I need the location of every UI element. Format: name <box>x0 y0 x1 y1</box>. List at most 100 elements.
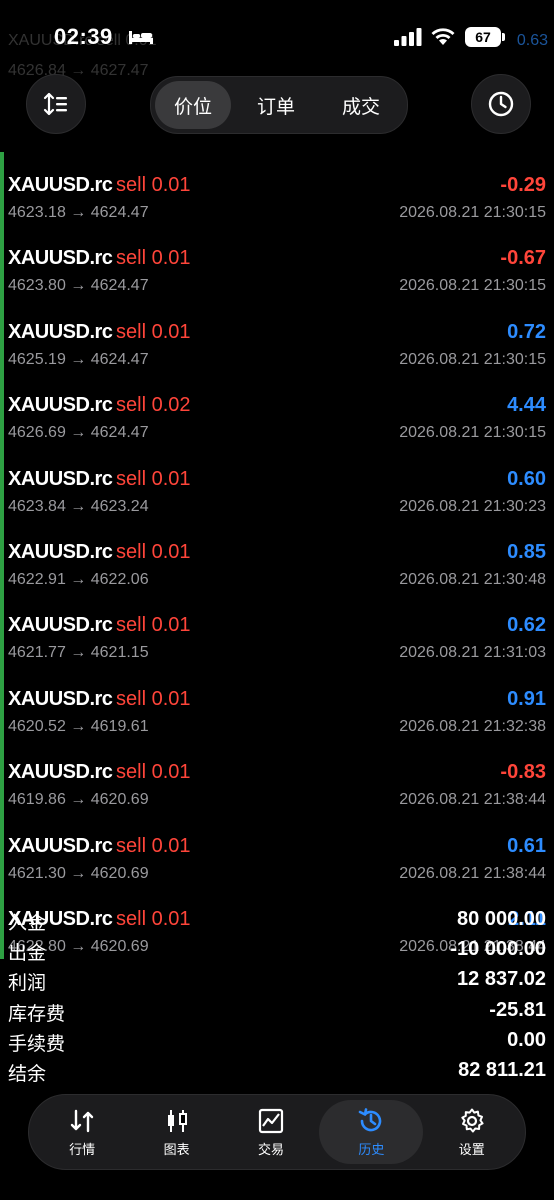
settings-icon <box>461 1108 484 1132</box>
trade-time: 2026.08.21 21:38:44 <box>399 791 546 809</box>
ghost-row-text: 4626.84 → 4627.47 <box>8 62 149 79</box>
close-price: 4623.24 <box>90 497 149 515</box>
trade-row[interactable]: XAUUSD.rc sell 0.01 0.61 4621.30 → 4620.69 2… <box>0 812 554 886</box>
battery-indicator: 67 <box>465 27 505 47</box>
trade-row[interactable]: XAUUSD.rc sell 0.01 0.91 4620.52 → 4619.61 2… <box>0 665 554 740</box>
arrow-right-icon: → <box>70 204 87 221</box>
nav-label: 设置 <box>458 1141 485 1157</box>
wifi-icon <box>431 28 455 45</box>
trade-profit: -0.67 <box>500 247 546 270</box>
arrow-right-icon: → <box>70 717 87 735</box>
trade-row[interactable]: XAUUSD.rc sell 0.01 0.62 4621.77 → 4621.15 2… <box>0 592 554 666</box>
sort-icon <box>43 92 67 116</box>
trade-prices: 4622.91 → 4622.06 <box>8 571 149 589</box>
open-price: 4623.84 <box>8 497 66 515</box>
close-price: 4624.47 <box>90 350 149 368</box>
trade-profit: 0.62 <box>507 614 546 637</box>
nav-history[interactable]: 历史 <box>319 1100 424 1164</box>
trade-time: 2026.08.21 21:30:48 <box>399 570 546 588</box>
status-bar: 02:39 67 <box>0 0 554 60</box>
summary-label: 库存费 <box>8 1003 66 1025</box>
trade-prices: 4626.69 → 4624.47 <box>8 424 149 442</box>
open-price: 4623.18 <box>8 204 66 221</box>
sort-button[interactable] <box>26 74 86 134</box>
trade-symbol: XAUUSD.rc <box>8 687 113 710</box>
close-price: 4620.69 <box>90 791 149 809</box>
arrow-right-icon: → <box>70 791 87 809</box>
tab-positions[interactable]: 价位 <box>155 81 231 129</box>
trade-symbol: XAUUSD.rc <box>8 467 113 490</box>
summary-value: 12 837.02 <box>457 968 546 991</box>
trade-symbol: XAUUSD.rc <box>8 761 113 784</box>
trade-profit: -0.83 <box>500 761 546 784</box>
trade-prices: 4623.18 → 4624.47 <box>8 204 149 222</box>
arrow-right-icon: → <box>70 570 87 588</box>
summary-row: 手续费 0.00 <box>0 1026 554 1056</box>
period-button[interactable] <box>471 74 531 134</box>
account-summary: 入金 80 000.00 出金 -10 000.00 利润 12 837.02 库存费 -25… <box>0 905 554 1086</box>
nav-settings[interactable]: 设置 <box>426 1100 518 1164</box>
close-price: 4622.06 <box>90 570 149 588</box>
trade-time: 2026.08.21 21:30:15 <box>399 204 546 221</box>
trade-side-volume: sell 0.01 <box>116 247 191 270</box>
nav-label: 图表 <box>163 1141 190 1157</box>
trade-icon <box>258 1108 284 1133</box>
summary-value: -25.81 <box>489 998 546 1021</box>
bottom-navigation: 行情 图表 交易 历史 设置 <box>28 1094 526 1170</box>
clock-icon <box>488 91 514 117</box>
trade-side-volume: sell 0.01 <box>116 467 191 490</box>
trade-prices: 4623.80 → 4624.47 <box>8 277 149 295</box>
arrow-right-icon: → <box>70 497 87 515</box>
nav-chart[interactable]: 图表 <box>131 1100 223 1164</box>
trade-profit: 0.61 <box>507 834 546 857</box>
trade-history-list: XAUUSD.rc sell 0.01 -0.29 4623.18 → 4624.47… <box>0 152 554 960</box>
quotes-icon <box>70 1109 94 1132</box>
nav-label: 交易 <box>257 1141 284 1157</box>
summary-label: 手续费 <box>8 1033 66 1055</box>
trade-side-volume: sell 0.01 <box>116 320 191 343</box>
trade-side-volume: sell 0.01 <box>116 834 191 857</box>
open-price: 4625.19 <box>8 350 66 368</box>
close-price: 4621.15 <box>90 644 149 662</box>
open-price: 4621.77 <box>8 644 66 662</box>
nav-quotes[interactable]: 行情 <box>36 1100 128 1164</box>
open-price: 4626.69 <box>8 424 66 442</box>
trade-row[interactable]: XAUUSD.rc sell 0.01 -0.29 4623.18 → 4624.47… <box>0 152 554 226</box>
arrow-right-icon: → <box>70 864 87 882</box>
nav-trade[interactable]: 交易 <box>225 1100 317 1164</box>
tab-orders[interactable]: 订单 <box>231 81 321 129</box>
trade-row[interactable]: XAUUSD.rc sell 0.01 -0.83 4619.86 → 4620.69… <box>0 739 554 813</box>
arrow-right-icon: → <box>70 424 87 442</box>
trade-prices: 4623.84 → 4623.24 <box>8 498 149 516</box>
open-price: 4619.86 <box>8 791 66 809</box>
tab-deals[interactable]: 成交 <box>321 81 401 129</box>
cellular-signal-icon <box>394 28 422 46</box>
trade-row[interactable]: XAUUSD.rc sell 0.01 -0.67 4623.80 → 4624.47… <box>0 225 554 299</box>
trade-row[interactable]: XAUUSD.rc sell 0.01 0.85 4622.91 → 4622.06 2… <box>0 518 554 593</box>
summary-value: 80 000.00 <box>457 908 546 930</box>
trade-symbol: XAUUSD.rc <box>8 247 113 270</box>
history-tab-bar: 价位 订单 成交 <box>150 76 408 134</box>
close-price: 4620.69 <box>90 864 149 882</box>
trade-row[interactable]: XAUUSD.rc sell 0.02 4.44 4626.69 → 4624.47 2… <box>0 372 554 446</box>
trade-symbol: XAUUSD.rc <box>8 320 113 343</box>
close-price: 4624.47 <box>90 424 149 442</box>
trade-prices: 4619.86 → 4620.69 <box>8 791 149 809</box>
trade-side-volume: sell 0.01 <box>116 540 191 563</box>
close-price: 4624.47 <box>90 204 149 221</box>
trade-time: 2026.08.21 21:30:15 <box>399 424 546 442</box>
trade-side-volume: sell 0.01 <box>116 614 191 637</box>
trade-profit: -0.29 <box>500 174 546 196</box>
trade-profit: 0.60 <box>507 467 546 490</box>
trade-row[interactable]: XAUUSD.rc sell 0.01 0.72 4625.19 → 4624.47 2… <box>0 298 554 373</box>
summary-label: 利润 <box>8 973 47 995</box>
trade-side-volume: sell 0.01 <box>116 687 191 710</box>
close-price: 4619.61 <box>90 717 149 735</box>
summary-row: 出金 -10 000.00 <box>0 935 554 965</box>
trade-profit: 0.72 <box>507 320 546 343</box>
trade-symbol: XAUUSD.rc <box>8 614 113 637</box>
open-price: 4621.30 <box>8 864 66 882</box>
trade-row[interactable]: XAUUSD.rc sell 0.01 0.60 4623.84 → 4623.24 2… <box>0 445 554 519</box>
summary-label: 结余 <box>8 1063 47 1085</box>
close-price: 4624.47 <box>90 277 149 295</box>
